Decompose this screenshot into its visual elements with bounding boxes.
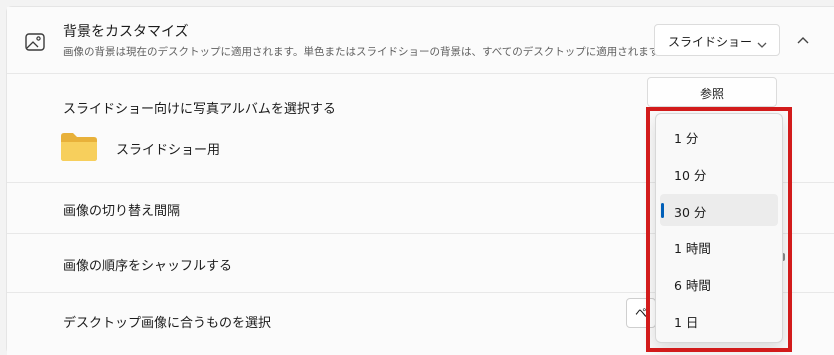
picture-icon — [25, 33, 45, 51]
interval-option-label: 1 時間 — [674, 241, 711, 256]
interval-option[interactable]: 1 時間 — [660, 230, 778, 262]
selection-indicator — [661, 203, 664, 218]
interval-option-label: 1 日 — [674, 315, 699, 330]
interval-option[interactable]: 6 時間 — [660, 267, 778, 299]
fit-row-label: デスクトップ画像に合うものを選択 — [63, 316, 272, 331]
interval-option[interactable]: 10 分 — [660, 157, 778, 189]
browse-button-label: 参照 — [699, 87, 724, 101]
chevron-up-icon — [797, 37, 809, 44]
interval-option-label: 6 時間 — [674, 278, 711, 293]
fit-dropdown[interactable]: ペ — [626, 298, 656, 328]
customize-background-header[interactable]: 背景をカスタマイズ 画像の背景は現在のデスクトップに適用されます。単色またはスラ… — [7, 7, 834, 74]
folder-icon — [60, 132, 98, 162]
background-type-dropdown[interactable]: スライドショー — [654, 24, 780, 56]
interval-row-label: 画像の切り替え間隔 — [63, 204, 181, 219]
section-title: 背景をカスタマイズ — [63, 24, 189, 40]
fit-dropdown-value: ペ — [635, 306, 648, 320]
interval-option-selected[interactable]: 30 分 — [660, 194, 778, 226]
section-description: 画像の背景は現在のデスクトップに適用されます。単色またはスライドショーの背景は、… — [63, 46, 669, 58]
shuffle-row-label: 画像の順序をシャッフルする — [63, 259, 233, 274]
interval-option[interactable]: 1 日 — [660, 304, 778, 336]
collapse-button[interactable] — [792, 31, 814, 51]
interval-dropdown-list: 1 分 10 分 30 分 1 時間 6 時間 1 日 — [655, 113, 783, 343]
interval-option-label: 30 分 — [674, 205, 707, 220]
chevron-down-icon — [757, 35, 767, 48]
interval-option-label: 10 分 — [674, 168, 707, 183]
interval-option[interactable]: 1 分 — [660, 120, 778, 152]
background-type-value: スライドショー — [668, 35, 753, 49]
browse-button[interactable]: 参照 — [647, 77, 777, 107]
album-row-label: スライドショー向けに写真アルバムを選択する — [63, 102, 336, 117]
album-folder-name: スライドショー用 — [116, 143, 221, 158]
interval-option-label: 1 分 — [674, 131, 699, 146]
